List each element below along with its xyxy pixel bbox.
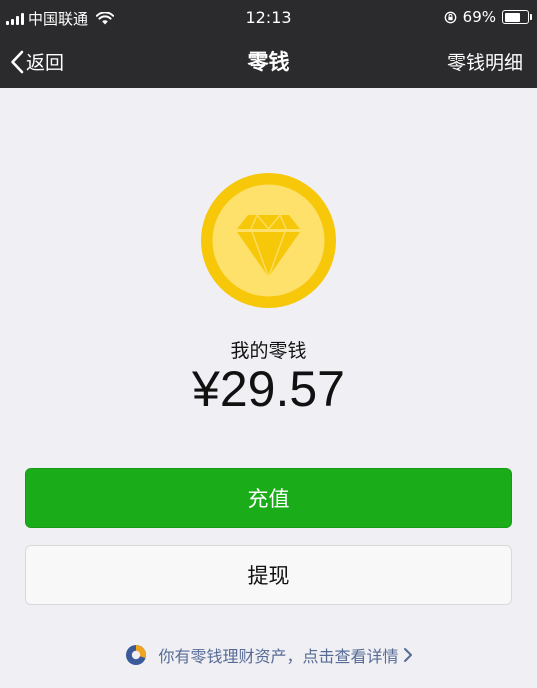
diamond-coin-icon bbox=[201, 173, 336, 308]
transactions-link[interactable]: 零钱明细 bbox=[447, 48, 523, 75]
nav-bar: 返回 零钱 零钱明细 bbox=[0, 34, 537, 88]
status-right: 69% bbox=[444, 8, 532, 26]
battery-icon bbox=[502, 10, 532, 24]
promo-text: 你有零钱理财资产，点击查看详情 bbox=[158, 647, 399, 666]
battery-tip bbox=[530, 14, 532, 20]
top-bar: 中国联通 12:13 69% 返回 零钱 零钱明细 bbox=[0, 0, 537, 88]
battery-percent: 69% bbox=[462, 8, 496, 26]
rotation-lock-icon bbox=[444, 11, 457, 23]
chevron-right-icon bbox=[403, 648, 412, 662]
status-bar: 中国联通 12:13 69% bbox=[0, 0, 537, 34]
wealth-icon bbox=[126, 645, 147, 665]
balance-amount: ¥29.57 bbox=[192, 361, 345, 417]
battery-fill bbox=[504, 12, 520, 22]
balance-label: 我的零钱 bbox=[230, 340, 307, 362]
recharge-button[interactable]: 充值 bbox=[25, 468, 512, 528]
withdraw-button[interactable]: 提现 bbox=[25, 545, 512, 605]
wealth-assets-link[interactable]: 你有零钱理财资产，点击查看详情 bbox=[0, 643, 537, 667]
